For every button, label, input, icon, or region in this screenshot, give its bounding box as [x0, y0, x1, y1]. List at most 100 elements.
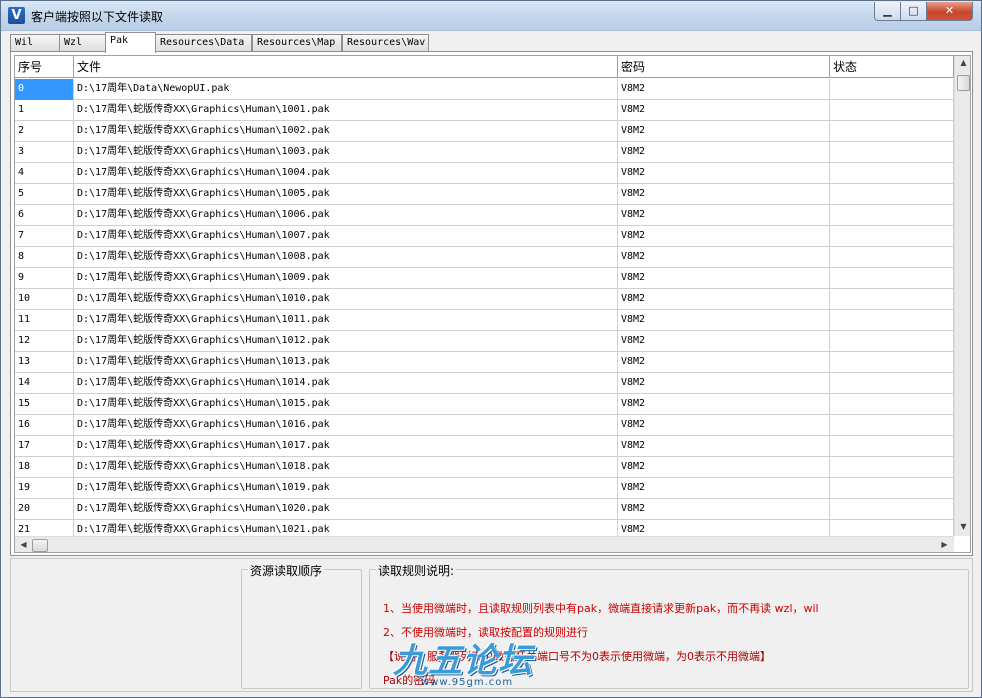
- row-index-cell[interactable]: 17: [15, 436, 74, 457]
- row-status-cell[interactable]: [830, 226, 954, 247]
- row-index-cell[interactable]: 3: [15, 142, 74, 163]
- table-row[interactable]: 20 D:\17周年\蛇版传奇XX\Graphics\Human\1020.pak…: [15, 499, 954, 520]
- row-file-cell[interactable]: D:\17周年\蛇版传奇XX\Graphics\Human\1018.pak: [74, 457, 618, 478]
- table-row[interactable]: 11 D:\17周年\蛇版传奇XX\Graphics\Human\1011.pak…: [15, 310, 954, 331]
- row-password-cell[interactable]: V8M2: [618, 289, 830, 310]
- row-status-cell[interactable]: [830, 436, 954, 457]
- column-header-password[interactable]: 密码: [618, 56, 830, 78]
- column-header-file[interactable]: 文件: [74, 56, 618, 78]
- maximize-button[interactable]: □: [900, 2, 927, 21]
- tab-wil[interactable]: Wil: [10, 34, 60, 52]
- table-row[interactable]: 3 D:\17周年\蛇版传奇XX\Graphics\Human\1003.pak V…: [15, 142, 954, 163]
- row-file-cell[interactable]: D:\17周年\Data\NewopUI.pak: [74, 79, 618, 100]
- table-row[interactable]: 7 D:\17周年\蛇版传奇XX\Graphics\Human\1007.pak V…: [15, 226, 954, 247]
- row-file-cell[interactable]: D:\17周年\蛇版传奇XX\Graphics\Human\1015.pak: [74, 394, 618, 415]
- row-password-cell[interactable]: V8M2: [618, 247, 830, 268]
- row-status-cell[interactable]: [830, 457, 954, 478]
- scroll-right-arrow-icon[interactable]: ▶: [936, 540, 953, 549]
- table-row[interactable]: 9 D:\17周年\蛇版传奇XX\Graphics\Human\1009.pak V…: [15, 268, 954, 289]
- row-password-cell[interactable]: V8M2: [618, 331, 830, 352]
- row-index-cell[interactable]: 10: [15, 289, 74, 310]
- row-file-cell[interactable]: D:\17周年\蛇版传奇XX\Graphics\Human\1016.pak: [74, 415, 618, 436]
- row-status-cell[interactable]: [830, 79, 954, 100]
- row-file-cell[interactable]: D:\17周年\蛇版传奇XX\Graphics\Human\1008.pak: [74, 247, 618, 268]
- row-file-cell[interactable]: D:\17周年\蛇版传奇XX\Graphics\Human\1002.pak: [74, 121, 618, 142]
- row-password-cell[interactable]: V8M2: [618, 121, 830, 142]
- row-password-cell[interactable]: V8M2: [618, 478, 830, 499]
- row-file-cell[interactable]: D:\17周年\蛇版传奇XX\Graphics\Human\1005.pak: [74, 184, 618, 205]
- tab-wzl[interactable]: Wzl: [59, 34, 106, 52]
- vertical-scrollbar[interactable]: ▲ ▼: [954, 56, 970, 536]
- column-header-index[interactable]: 序号: [15, 56, 74, 78]
- row-status-cell[interactable]: [830, 331, 954, 352]
- row-status-cell[interactable]: [830, 289, 954, 310]
- table-row[interactable]: 4 D:\17周年\蛇版传奇XX\Graphics\Human\1004.pak V…: [15, 163, 954, 184]
- row-file-cell[interactable]: D:\17周年\蛇版传奇XX\Graphics\Human\1012.pak: [74, 331, 618, 352]
- row-file-cell[interactable]: D:\17周年\蛇版传奇XX\Graphics\Human\1007.pak: [74, 226, 618, 247]
- row-file-cell[interactable]: D:\17周年\蛇版传奇XX\Graphics\Human\1003.pak: [74, 142, 618, 163]
- tab-resources-map[interactable]: Resources\Map: [252, 34, 342, 52]
- table-row[interactable]: 13 D:\17周年\蛇版传奇XX\Graphics\Human\1013.pak…: [15, 352, 954, 373]
- row-file-cell[interactable]: D:\17周年\蛇版传奇XX\Graphics\Human\1004.pak: [74, 163, 618, 184]
- table-row[interactable]: 12 D:\17周年\蛇版传奇XX\Graphics\Human\1012.pak…: [15, 331, 954, 352]
- row-index-cell[interactable]: 11: [15, 310, 74, 331]
- row-file-cell[interactable]: D:\17周年\蛇版传奇XX\Graphics\Human\1011.pak: [74, 310, 618, 331]
- row-password-cell[interactable]: V8M2: [618, 394, 830, 415]
- row-status-cell[interactable]: [830, 310, 954, 331]
- table-row[interactable]: 14 D:\17周年\蛇版传奇XX\Graphics\Human\1014.pak…: [15, 373, 954, 394]
- row-index-cell[interactable]: 1: [15, 100, 74, 121]
- row-status-cell[interactable]: [830, 184, 954, 205]
- row-file-cell[interactable]: D:\17周年\蛇版传奇XX\Graphics\Human\1020.pak: [74, 499, 618, 520]
- row-index-cell[interactable]: 15: [15, 394, 74, 415]
- row-password-cell[interactable]: V8M2: [618, 499, 830, 520]
- row-status-cell[interactable]: [830, 142, 954, 163]
- table-row[interactable]: 18 D:\17周年\蛇版传奇XX\Graphics\Human\1018.pak…: [15, 457, 954, 478]
- row-index-cell[interactable]: 19: [15, 478, 74, 499]
- tab-resources-data[interactable]: Resources\Data: [155, 34, 252, 52]
- table-row[interactable]: 1 D:\17周年\蛇版传奇XX\Graphics\Human\1001.pak V…: [15, 100, 954, 121]
- row-password-cell[interactable]: V8M2: [618, 373, 830, 394]
- row-file-cell[interactable]: D:\17周年\蛇版传奇XX\Graphics\Human\1010.pak: [74, 289, 618, 310]
- table-row[interactable]: 0 D:\17周年\Data\NewopUI.pak V8M2: [15, 79, 954, 100]
- file-grid[interactable]: 序号 文件 密码 状态 0 D:\17周年\Data\NewopUI.pak V8M…: [14, 55, 971, 553]
- row-status-cell[interactable]: [830, 163, 954, 184]
- row-password-cell[interactable]: V8M2: [618, 352, 830, 373]
- minimize-button[interactable]: ▁: [874, 2, 901, 21]
- row-index-cell[interactable]: 20: [15, 499, 74, 520]
- row-status-cell[interactable]: [830, 100, 954, 121]
- tab-pak[interactable]: Pak: [105, 32, 156, 53]
- row-file-cell[interactable]: D:\17周年\蛇版传奇XX\Graphics\Human\1013.pak: [74, 352, 618, 373]
- row-password-cell[interactable]: V8M2: [618, 436, 830, 457]
- row-index-cell[interactable]: 14: [15, 373, 74, 394]
- row-password-cell[interactable]: V8M2: [618, 457, 830, 478]
- row-status-cell[interactable]: [830, 205, 954, 226]
- row-password-cell[interactable]: V8M2: [618, 415, 830, 436]
- row-status-cell[interactable]: [830, 352, 954, 373]
- horizontal-scroll-thumb[interactable]: [32, 539, 48, 552]
- tab-resources-wav[interactable]: Resources\Wav: [342, 34, 429, 52]
- row-password-cell[interactable]: V8M2: [618, 163, 830, 184]
- row-file-cell[interactable]: D:\17周年\蛇版传奇XX\Graphics\Human\1009.pak: [74, 268, 618, 289]
- scroll-up-arrow-icon[interactable]: ▲: [955, 58, 970, 67]
- row-status-cell[interactable]: [830, 247, 954, 268]
- row-status-cell[interactable]: [830, 499, 954, 520]
- row-status-cell[interactable]: [830, 394, 954, 415]
- table-row[interactable]: 17 D:\17周年\蛇版传奇XX\Graphics\Human\1017.pak…: [15, 436, 954, 457]
- row-password-cell[interactable]: V8M2: [618, 184, 830, 205]
- table-row[interactable]: 19 D:\17周年\蛇版传奇XX\Graphics\Human\1019.pak…: [15, 478, 954, 499]
- row-status-cell[interactable]: [830, 478, 954, 499]
- row-password-cell[interactable]: V8M2: [618, 142, 830, 163]
- horizontal-scrollbar[interactable]: ◀ ▶: [15, 536, 954, 552]
- row-index-cell[interactable]: 13: [15, 352, 74, 373]
- close-button[interactable]: ✕: [926, 2, 973, 21]
- row-password-cell[interactable]: V8M2: [618, 205, 830, 226]
- table-row[interactable]: 10 D:\17周年\蛇版传奇XX\Graphics\Human\1010.pak…: [15, 289, 954, 310]
- row-password-cell[interactable]: V8M2: [618, 79, 830, 100]
- row-index-cell[interactable]: 4: [15, 163, 74, 184]
- row-index-cell[interactable]: 6: [15, 205, 74, 226]
- title-bar[interactable]: V 客户端按照以下文件读取 ▁ □ ✕: [1, 1, 981, 31]
- row-index-cell[interactable]: 16: [15, 415, 74, 436]
- table-row[interactable]: 2 D:\17周年\蛇版传奇XX\Graphics\Human\1002.pak V…: [15, 121, 954, 142]
- row-index-cell[interactable]: 2: [15, 121, 74, 142]
- scroll-left-arrow-icon[interactable]: ◀: [15, 540, 32, 549]
